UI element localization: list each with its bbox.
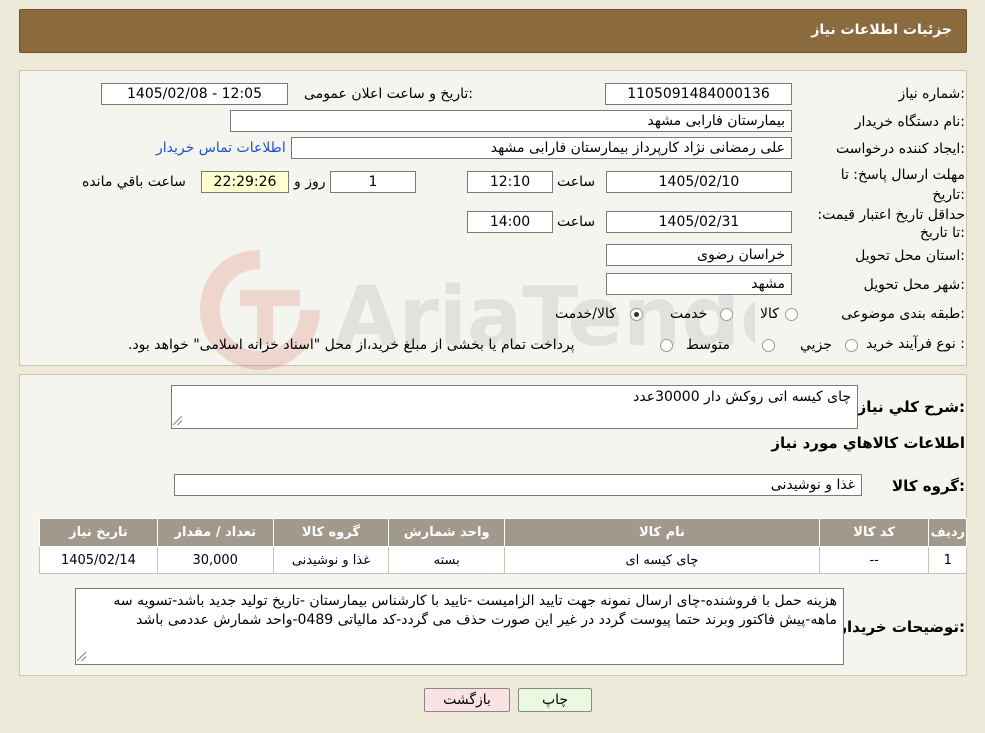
deadline-label: مهلت ارسال پاسخ: تا تاریخ:: [840, 167, 965, 203]
validity-date-field: 1405/02/31: [606, 211, 792, 233]
remaining-label: ساعت باقي مانده: [82, 174, 186, 190]
buyer-contact-link[interactable]: اطلاعات تماس خریدار: [156, 140, 286, 156]
category-option-goods-service: کالا/خدمت: [555, 306, 616, 322]
summary-textarea[interactable]: چای کیسه اتی روکش دار 30000عدد: [171, 385, 858, 429]
buyer-org-label: نام دستگاه خریدار:: [854, 114, 965, 130]
cell-row: 1: [928, 546, 967, 574]
province-field: خراسان رضوی: [606, 244, 792, 266]
cell-name: چای کیسه ای: [504, 546, 820, 574]
validity-time-label: ساعت: [557, 214, 596, 230]
announce-label: تاریخ و ساعت اعلان عمومی:: [304, 86, 473, 102]
col-date: تاریخ نیاز: [39, 518, 158, 547]
days-field: 1: [330, 171, 416, 193]
category-radio-goods[interactable]: [785, 308, 798, 321]
need-number-field: 1105091484000136: [605, 83, 792, 105]
cell-group: غذا و نوشیدنی: [272, 546, 390, 574]
validity-time-field: 14:00: [467, 211, 553, 233]
cell-code: --: [818, 546, 930, 574]
col-group: گروه کالا: [272, 518, 390, 547]
summary-resize-grip[interactable]: [173, 416, 182, 425]
process-label: نوع فرآیند خرید :: [866, 336, 965, 352]
deadline-time-field: 12:10: [467, 171, 553, 193]
days-label: روز و: [294, 174, 326, 190]
items-table-wrap: ردیف کد کالا نام کالا واحد شمارش گروه کا…: [39, 518, 967, 574]
buyer-notes-label: توضیحات خریدار:: [838, 618, 965, 636]
deadline-date-field: 1405/02/10: [606, 171, 792, 193]
table-row: 1 -- چای کیسه ای بسته غذا و نوشیدنی 30,0…: [39, 546, 967, 574]
requester-field: علی رمضانی نژاد کارپرداز بیمارستان فاراب…: [291, 137, 792, 159]
category-radio-service[interactable]: [720, 308, 733, 321]
col-qty: تعداد / مقدار: [156, 518, 274, 547]
announce-field: 1405/02/08 - 12:05: [101, 83, 288, 105]
buyer-notes-textarea[interactable]: هزینه حمل با فروشنده-چای ارسال نمونه جهت…: [75, 588, 844, 665]
summary-label: شرح کلي نیاز:: [857, 398, 965, 416]
city-field: مشهد: [606, 273, 792, 295]
items-table: ردیف کد کالا نام کالا واحد شمارش گروه کا…: [39, 518, 967, 574]
goods-info-title: اطلاعات کالاهاي مورد نیاز: [771, 434, 965, 452]
cell-qty: 30,000: [156, 546, 274, 574]
col-name: نام کالا: [504, 518, 820, 547]
remaining-time-field: 22:29:26: [201, 171, 289, 193]
process-radio-treasury[interactable]: [660, 339, 673, 352]
cell-date: 1405/02/14: [39, 546, 158, 574]
category-option-goods: کالا: [760, 306, 779, 322]
col-code: کد کالا: [818, 518, 930, 547]
process-radio-minor[interactable]: [845, 339, 858, 352]
buyer-org-field: بیمارستان فارابی مشهد: [230, 110, 792, 132]
goods-group-field: غذا و نوشیدنی: [174, 474, 862, 496]
page-header: جزئیات اطلاعات نیاز: [19, 9, 967, 53]
process-option-minor: جزیي: [800, 337, 832, 353]
validity-label: حداقل تاریخ اعتبار قیمت: تا تاریخ:: [817, 207, 965, 241]
category-label: طبقه بندی موضوعی:: [841, 306, 965, 322]
col-row: ردیف: [928, 518, 967, 547]
items-table-header: ردیف کد کالا نام کالا واحد شمارش گروه کا…: [39, 518, 967, 547]
city-label: شهر محل تحویل:: [863, 277, 965, 293]
need-number-label: شماره نیاز:: [898, 86, 965, 102]
category-option-service: خدمت: [670, 306, 708, 322]
page-title: جزئیات اطلاعات نیاز: [811, 22, 952, 38]
deadline-time-label: ساعت: [557, 174, 596, 190]
category-radio-goods-service[interactable]: [630, 308, 643, 321]
buyer-notes-resize-grip[interactable]: [77, 652, 86, 661]
print-button[interactable]: چاپ: [518, 688, 592, 712]
process-radio-medium[interactable]: [762, 339, 775, 352]
goods-group-label: گروه کالا:: [892, 477, 965, 495]
back-button[interactable]: بازگشت: [424, 688, 510, 712]
col-unit: واحد شمارش: [388, 518, 506, 547]
cell-unit: بسته: [388, 546, 506, 574]
payment-note: پرداخت تمام یا بخشی از مبلغ خرید،از محل …: [128, 337, 575, 353]
process-option-medium: متوسط: [686, 337, 730, 353]
province-label: استان محل تحویل:: [855, 248, 965, 264]
requester-label: ایجاد کننده درخواست:: [836, 141, 965, 157]
